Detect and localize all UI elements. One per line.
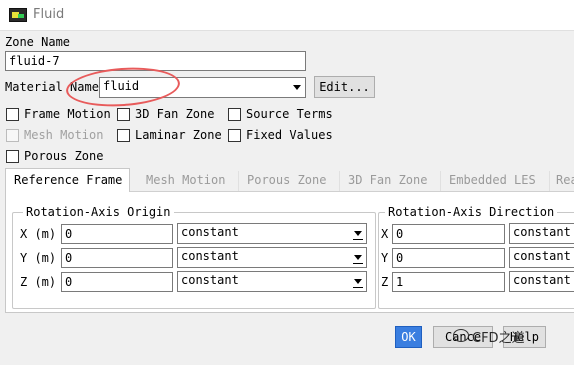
direction-z-label: Z (381, 275, 389, 289)
tab-reference-frame[interactable]: Reference Frame (5, 168, 130, 193)
mesh-motion-checkbox: Mesh Motion (6, 128, 103, 142)
origin-y-input[interactable]: 0 (61, 248, 173, 268)
direction-z-method-select[interactable]: constant (509, 271, 574, 292)
porous-zone-checkbox[interactable]: Porous Zone (6, 149, 103, 163)
chevron-down-icon (354, 279, 362, 284)
tab-porous-zone[interactable]: Porous Zone (239, 171, 340, 191)
select-value: constant (181, 249, 239, 263)
dropdown-underline (353, 239, 363, 240)
checkbox-label: Source Terms (246, 107, 333, 121)
direction-x-label: X (381, 227, 389, 241)
direction-y-method-select[interactable]: constant (509, 247, 574, 268)
checkbox-box (6, 107, 19, 121)
origin-x-input[interactable]: 0 (61, 224, 173, 244)
tab-strip: Reference Frame Mesh Motion Porous Zone … (5, 168, 574, 193)
footer-divider (5, 312, 574, 313)
direction-y-input[interactable]: 0 (392, 248, 505, 268)
tab-rea[interactable]: Rea (550, 171, 574, 191)
fixed-values-checkbox[interactable]: Fixed Values (228, 128, 333, 142)
checkbox-box (228, 107, 241, 121)
ok-button[interactable]: OK (395, 326, 422, 348)
wechat-icon (453, 329, 469, 342)
checkbox-label: 3D Fan Zone (135, 107, 215, 121)
direction-x-method-select[interactable]: constant (509, 223, 574, 244)
fluent-app-icon (9, 8, 27, 22)
frame-motion-checkbox[interactable]: Frame Motion (6, 107, 111, 121)
tab-3d-fan-zone[interactable]: 3D Fan Zone (340, 171, 441, 191)
select-value: constant (181, 225, 239, 239)
chevron-down-icon (354, 255, 362, 260)
tab-mesh-motion[interactable]: Mesh Motion (138, 171, 239, 191)
window-title: Fluid (33, 7, 65, 22)
origin-y-label: Y (m) (20, 251, 57, 265)
origin-z-input[interactable]: 0 (61, 272, 173, 292)
rotation-axis-origin-group: Rotation-Axis Origin X (m) 0 constant Y … (12, 205, 376, 309)
chevron-down-icon (354, 231, 362, 236)
direction-x-input[interactable]: 0 (392, 224, 505, 244)
origin-y-method-select[interactable]: constant (177, 247, 367, 268)
watermark-text: CFD之道 (472, 331, 525, 346)
origin-z-method-select[interactable]: constant (177, 271, 367, 292)
edit-material-button[interactable]: Edit... (314, 76, 375, 98)
reference-frame-panel: Rotation-Axis Origin X (m) 0 constant Y … (5, 192, 574, 312)
checkbox-box (117, 107, 130, 121)
origin-x-label: X (m) (20, 227, 57, 241)
checkbox-box (228, 128, 241, 142)
checkbox-label: Frame Motion (24, 107, 111, 121)
direction-y-label: Y (381, 251, 389, 265)
select-value: constant (181, 273, 239, 287)
select-value: constant (513, 273, 571, 287)
checkbox-label: Fixed Values (246, 128, 333, 142)
group-title: Rotation-Axis Origin (23, 205, 174, 219)
laminar-zone-checkbox[interactable]: Laminar Zone (117, 128, 222, 142)
source-terms-checkbox[interactable]: Source Terms (228, 107, 333, 121)
title-bar: Fluid (0, 0, 574, 31)
checkbox-box (6, 149, 19, 163)
dropdown-underline (353, 263, 363, 264)
checkbox-box (6, 128, 19, 142)
chevron-down-icon (293, 85, 301, 90)
group-title: Rotation-Axis Direction (385, 205, 558, 219)
origin-z-label: Z (m) (20, 275, 57, 289)
zone-name-input[interactable]: fluid-7 (5, 51, 306, 71)
checkbox-label: Porous Zone (24, 149, 104, 163)
zone-name-label: Zone Name (5, 35, 71, 49)
rotation-axis-direction-group: Rotation-Axis Direction X 0 constant Y 0… (378, 205, 574, 309)
checkbox-label: Mesh Motion (24, 128, 104, 142)
origin-x-method-select[interactable]: constant (177, 223, 367, 244)
checkbox-label: Laminar Zone (135, 128, 222, 142)
select-value: constant (513, 225, 571, 239)
select-value: constant (513, 249, 571, 263)
direction-z-input[interactable]: 1 (392, 272, 505, 292)
tab-embedded-les[interactable]: Embedded LES (441, 171, 550, 191)
checkbox-box (117, 128, 130, 142)
dropdown-underline (353, 287, 363, 288)
3d-fan-zone-checkbox[interactable]: 3D Fan Zone (117, 107, 214, 121)
